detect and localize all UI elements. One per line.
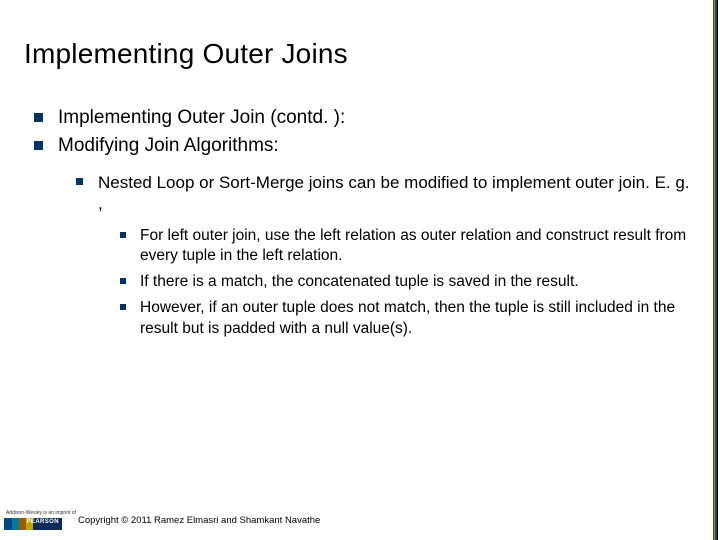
- square-bullet-icon: [120, 278, 126, 284]
- slide-body: Implementing Outer Join (contd. ): Modif…: [30, 106, 690, 345]
- square-bullet-icon: [34, 113, 43, 122]
- slide-edge-decoration: [713, 0, 720, 540]
- slide: Implementing Outer Joins Implementing Ou…: [0, 0, 720, 540]
- slide-title: Implementing Outer Joins: [24, 38, 348, 70]
- square-bullet-icon: [120, 304, 126, 310]
- lvl1-text: Implementing Outer Join (contd. ):: [58, 107, 345, 128]
- bullet-lvl3: For left outer join, use the left relati…: [118, 226, 690, 266]
- square-bullet-icon: [120, 232, 126, 238]
- lvl2-text: Nested Loop or Sort-Merge joins can be m…: [98, 173, 690, 213]
- publisher-logo: Addison-Wesley is an imprint of: [4, 511, 66, 530]
- bullet-lvl3: If there is a match, the concatenated tu…: [118, 272, 690, 292]
- lvl3-text: If there is a match, the concatenated tu…: [140, 273, 579, 290]
- bullet-lvl1: Modifying Join Algorithms:: [30, 134, 690, 158]
- square-bullet-icon: [76, 178, 83, 185]
- bullet-lvl2: Nested Loop or Sort-Merge joins can be m…: [74, 172, 690, 215]
- bullet-lvl3: However, if an outer tuple does not matc…: [118, 298, 690, 338]
- lvl2-group: Nested Loop or Sort-Merge joins can be m…: [74, 172, 690, 339]
- lvl1-text: Modifying Join Algorithms:: [58, 135, 279, 156]
- lvl3-group: For left outer join, use the left relati…: [118, 226, 690, 339]
- square-bullet-icon: [34, 141, 43, 150]
- pearson-logo-icon: [4, 518, 62, 530]
- bullet-lvl1: Implementing Outer Join (contd. ):: [30, 106, 690, 130]
- lvl3-text: For left outer join, use the left relati…: [140, 227, 686, 264]
- lvl3-text: However, if an outer tuple does not matc…: [140, 299, 675, 336]
- copyright-footer: Copyright © 2011 Ramez Elmasri and Shamk…: [78, 515, 320, 526]
- logo-subtext: Addison-Wesley is an imprint of: [4, 511, 66, 516]
